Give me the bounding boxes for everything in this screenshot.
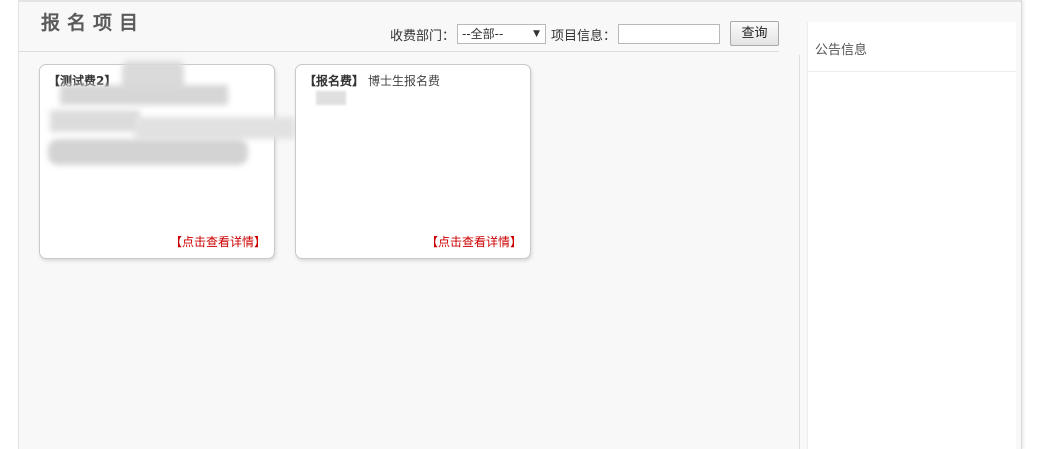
content-divider bbox=[799, 55, 800, 449]
project-card[interactable]: 【报名费】 博士生报名费 【点击查看详情】 bbox=[295, 64, 531, 259]
redacted-block bbox=[60, 85, 228, 105]
top-border bbox=[19, 0, 1021, 2]
page-title: 报名项目 bbox=[41, 12, 146, 34]
redacted-block bbox=[135, 117, 295, 139]
dropdown-arrow-icon: ▼ bbox=[533, 29, 540, 39]
project-info-input[interactable] bbox=[618, 24, 720, 44]
dept-label: 收费部门： bbox=[390, 29, 456, 44]
dept-select[interactable]: --全部-- ▼ bbox=[457, 24, 546, 44]
project-card-header: 【报名费】 博士生报名费 bbox=[304, 72, 440, 89]
project-card[interactable]: 【测试费2】 【点击查看详情】 bbox=[39, 61, 295, 259]
dept-select-value: --全部-- bbox=[462, 27, 504, 41]
view-details-link[interactable]: 【点击查看详情】 bbox=[426, 233, 522, 250]
project-name: 博士生报名费 bbox=[368, 74, 441, 88]
announcement-title: 公告信息 bbox=[815, 43, 868, 58]
redacted-block bbox=[48, 139, 248, 165]
project-type: 【报名费】 bbox=[304, 74, 365, 88]
announcement-panel: 公告信息 bbox=[807, 22, 1016, 449]
announcement-divider bbox=[808, 71, 1016, 72]
query-button[interactable]: 查询 bbox=[730, 21, 779, 46]
info-label: 项目信息： bbox=[551, 29, 617, 44]
redacted-block bbox=[316, 91, 346, 105]
redacted-block bbox=[50, 110, 140, 132]
header-divider bbox=[19, 51, 779, 52]
view-details-link[interactable]: 【点击查看详情】 bbox=[170, 233, 266, 250]
